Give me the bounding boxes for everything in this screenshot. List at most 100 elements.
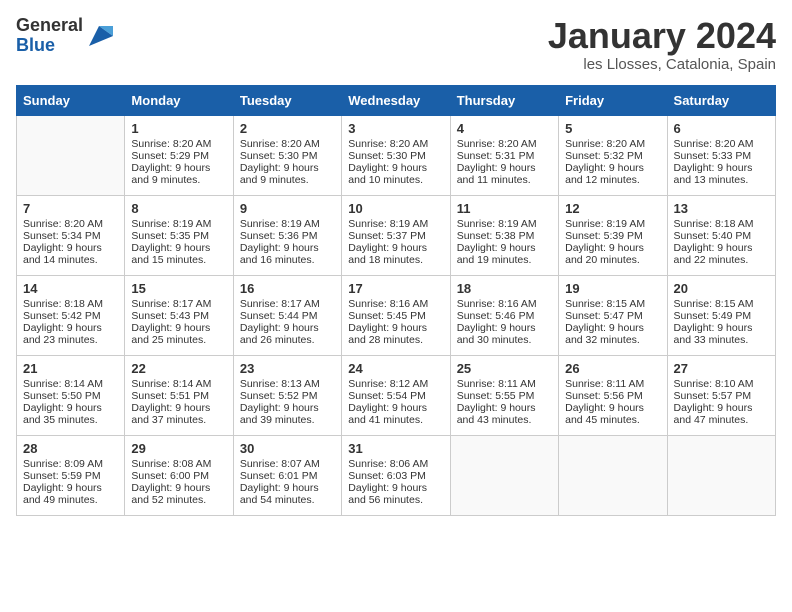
day-number: 15 [131, 281, 226, 296]
header-day-saturday: Saturday [667, 85, 775, 115]
calendar-cell: 19Sunrise: 8:15 AMSunset: 5:47 PMDayligh… [559, 275, 667, 355]
header-day-friday: Friday [559, 85, 667, 115]
daylight-text: Daylight: 9 hours and 47 minutes. [674, 402, 769, 426]
sunset-text: Sunset: 5:29 PM [131, 150, 226, 162]
sunset-text: Sunset: 5:55 PM [457, 390, 552, 402]
day-number: 6 [674, 121, 769, 136]
sunrise-text: Sunrise: 8:15 AM [674, 298, 769, 310]
sunset-text: Sunset: 5:37 PM [348, 230, 443, 242]
sunrise-text: Sunrise: 8:20 AM [23, 218, 118, 230]
day-number: 26 [565, 361, 660, 376]
calendar-cell: 7Sunrise: 8:20 AMSunset: 5:34 PMDaylight… [17, 195, 125, 275]
day-number: 5 [565, 121, 660, 136]
calendar-cell: 2Sunrise: 8:20 AMSunset: 5:30 PMDaylight… [233, 115, 341, 195]
sunset-text: Sunset: 5:32 PM [565, 150, 660, 162]
calendar-cell: 5 Sunrise: 8:20 AMSunset: 5:32 PMDaylight… [559, 115, 667, 195]
day-number: 14 [23, 281, 118, 296]
daylight-text: Daylight: 9 hours and 33 minutes. [674, 322, 769, 346]
daylight-text: Daylight: 9 hours and 28 minutes. [348, 322, 443, 346]
calendar-week-5: 28Sunrise: 8:09 AMSunset: 5:59 PMDayligh… [17, 435, 776, 515]
daylight-text: Daylight: 9 hours and 52 minutes. [131, 482, 226, 506]
calendar-week-2: 7 Sunrise: 8:20 AMSunset: 5:34 PM Daylight… [17, 195, 776, 275]
day-number: 27 [674, 361, 769, 376]
sunrise-text: Sunrise: 8:20 AM [457, 138, 552, 150]
header-day-tuesday: Tuesday [233, 85, 341, 115]
sunrise-text: Sunrise: 8:07 AM [240, 458, 335, 470]
calendar-cell: 11 Sunrise: 8:19 AMSunset: 5:38 PMDayligh… [450, 195, 558, 275]
sunrise-text: Sunrise: 8:19 AM [240, 218, 335, 230]
calendar-cell: 14Sunrise: 8:18 AMSunset: 5:42 PMDayligh… [17, 275, 125, 355]
day-number: 21 [23, 361, 118, 376]
sunset-text: Sunset: 5:38 PM [457, 230, 552, 242]
day-number: 23 [240, 361, 335, 376]
daylight-text: Daylight: 9 hours and 23 minutes. [23, 322, 118, 346]
calendar-cell: 29Sunrise: 8:08 AMSunset: 6:00 PMDayligh… [125, 435, 233, 515]
sunrise-text: Sunrise: 8:11 AM [457, 378, 552, 390]
day-number: 11 [457, 201, 552, 216]
calendar-cell: 4Sunrise: 8:20 AMSunset: 5:31 PMDaylight… [450, 115, 558, 195]
calendar-cell: 31Sunrise: 8:06 AMSunset: 6:03 PMDayligh… [342, 435, 450, 515]
sunset-text: Sunset: 5:59 PM [23, 470, 118, 482]
sunrise-text: Sunrise: 8:18 AM [23, 298, 118, 310]
sunrise-text: Sunrise: 8:08 AM [131, 458, 226, 470]
logo-blue-text: Blue [16, 35, 55, 55]
daylight-text: Daylight: 9 hours and 35 minutes. [23, 402, 118, 426]
calendar-table: SundayMondayTuesdayWednesdayThursdayFrid… [16, 85, 776, 516]
sunrise-text: Sunrise: 8:12 AM [348, 378, 443, 390]
day-number: 12 [565, 201, 660, 216]
calendar-week-1: 1Sunrise: 8:20 AMSunset: 5:29 PMDaylight… [17, 115, 776, 195]
sunrise-text: Sunrise: 8:19 AM [457, 218, 552, 230]
sunset-text: Sunset: 5:54 PM [348, 390, 443, 402]
sunrise-text: Sunrise: 8:11 AM [565, 378, 660, 390]
calendar-cell: 1Sunrise: 8:20 AMSunset: 5:29 PMDaylight… [125, 115, 233, 195]
location-text: les Llosses, Catalonia, Spain [548, 56, 776, 73]
logo-icon [85, 22, 113, 50]
daylight-text: Daylight: 9 hours and 26 minutes. [240, 322, 335, 346]
sunset-text: Sunset: 5:43 PM [131, 310, 226, 322]
month-title: January 2024 [548, 16, 776, 56]
sunset-text: Sunset: 6:03 PM [348, 470, 443, 482]
daylight-text: Daylight: 9 hours and 49 minutes. [23, 482, 118, 506]
calendar-cell: 17Sunrise: 8:16 AMSunset: 5:45 PMDayligh… [342, 275, 450, 355]
calendar-cell: 28Sunrise: 8:09 AMSunset: 5:59 PMDayligh… [17, 435, 125, 515]
sunset-text: Sunset: 5:34 PM [23, 230, 118, 242]
sunrise-text: Sunrise: 8:20 AM [565, 138, 660, 150]
sunrise-text: Sunrise: 8:15 AM [565, 298, 660, 310]
calendar-cell: 6Sunrise: 8:20 AMSunset: 5:33 PMDaylight… [667, 115, 775, 195]
day-number: 7 [23, 201, 118, 216]
daylight-text: Daylight: 9 hours and 32 minutes. [565, 322, 660, 346]
calendar-cell [667, 435, 775, 515]
calendar-cell: 16Sunrise: 8:17 AMSunset: 5:44 PMDayligh… [233, 275, 341, 355]
daylight-text: Daylight: 9 hours and 30 minutes. [457, 322, 552, 346]
daylight-text: Daylight: 9 hours and 12 minutes. [565, 162, 660, 186]
day-number: 2 [240, 121, 335, 136]
daylight-text: Daylight: 9 hours and 43 minutes. [457, 402, 552, 426]
sunset-text: Sunset: 5:39 PM [565, 230, 660, 242]
sunset-text: Sunset: 6:01 PM [240, 470, 335, 482]
day-number: 19 [565, 281, 660, 296]
calendar-cell [559, 435, 667, 515]
sunset-text: Sunset: 5:56 PM [565, 390, 660, 402]
daylight-text: Daylight: 9 hours and 39 minutes. [240, 402, 335, 426]
logo-general-text: General [16, 15, 83, 35]
daylight-text: Daylight: 9 hours and 19 minutes. [457, 242, 552, 266]
daylight-text: Daylight: 9 hours and 41 minutes. [348, 402, 443, 426]
sunrise-text: Sunrise: 8:20 AM [240, 138, 335, 150]
header-day-wednesday: Wednesday [342, 85, 450, 115]
calendar-cell: 10Sunrise: 8:19 AMSunset: 5:37 PMDayligh… [342, 195, 450, 275]
calendar-week-4: 21Sunrise: 8:14 AMSunset: 5:50 PMDayligh… [17, 355, 776, 435]
sunrise-text: Sunrise: 8:10 AM [674, 378, 769, 390]
sunrise-text: Sunrise: 8:14 AM [23, 378, 118, 390]
sunrise-text: Sunrise: 8:16 AM [457, 298, 552, 310]
calendar-cell: 9Sunrise: 8:19 AMSunset: 5:36 PMDaylight… [233, 195, 341, 275]
page-header: General Blue January 2024 les Llosses, C… [16, 16, 776, 73]
title-block: January 2024 les Llosses, Catalonia, Spa… [548, 16, 776, 73]
calendar-cell: 27Sunrise: 8:10 AMSunset: 5:57 PMDayligh… [667, 355, 775, 435]
sunrise-text: Sunrise: 8:13 AM [240, 378, 335, 390]
daylight-text: Daylight: 9 hours and 56 minutes. [348, 482, 443, 506]
daylight-text: Daylight: 9 hours and 25 minutes. [131, 322, 226, 346]
sunset-text: Sunset: 5:36 PM [240, 230, 335, 242]
sunset-text: Sunset: 5:35 PM [131, 230, 226, 242]
sunrise-text: Sunrise: 8:19 AM [348, 218, 443, 230]
sunset-text: Sunset: 5:45 PM [348, 310, 443, 322]
